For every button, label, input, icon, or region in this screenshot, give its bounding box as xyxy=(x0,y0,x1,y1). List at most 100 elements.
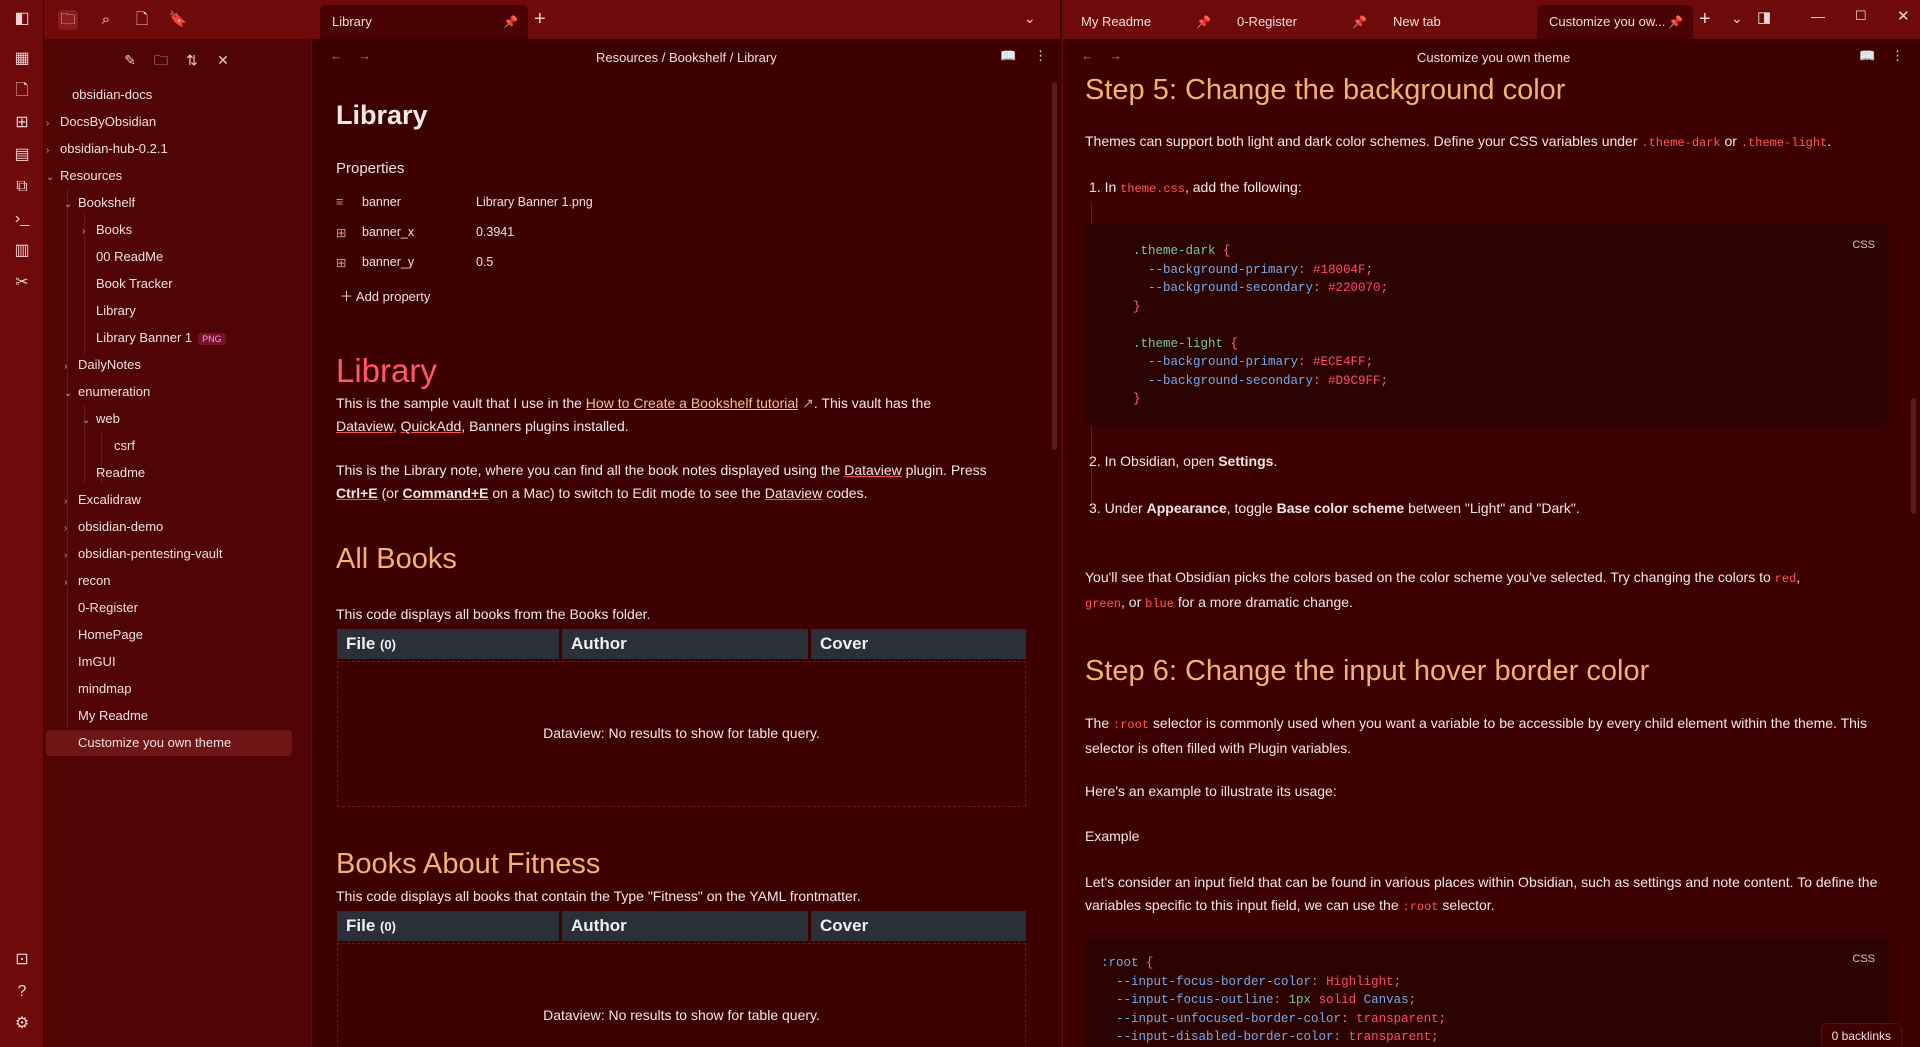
tree-item[interactable]: › obsidian-demo xyxy=(64,514,163,540)
tree-item[interactable]: › obsidian-pentesting-vault xyxy=(64,541,223,567)
property-value[interactable]: Library Banner 1.png xyxy=(476,195,593,209)
col-author[interactable]: Author xyxy=(562,629,808,659)
tree-item[interactable]: Book Tracker xyxy=(82,271,173,297)
col-author-2[interactable]: Author xyxy=(562,911,808,941)
back-arrow-icon[interactable]: ← xyxy=(1081,48,1094,63)
pin-icon[interactable]: 📌 xyxy=(1196,5,1211,39)
tree-item[interactable]: › DailyNotes xyxy=(64,352,141,378)
vault-icon[interactable]: ⊡ xyxy=(13,951,31,969)
tree-item[interactable]: ⌄ Resources xyxy=(46,163,122,189)
tree-item[interactable]: ⌄ enumeration xyxy=(64,379,150,405)
status-bar-backlinks[interactable]: 0 backlinks xyxy=(1820,1023,1902,1047)
minimize-icon[interactable]: — xyxy=(1811,8,1825,24)
add-property-button[interactable]: ＋ Add property xyxy=(340,286,430,305)
col-cover-2[interactable]: Cover xyxy=(811,911,1026,941)
breadcrumb-library[interactable]: Library xyxy=(737,50,777,65)
code-line: --background-secondary: #D9C9FF; xyxy=(1133,373,1389,388)
breadcrumb-bookshelf[interactable]: Bookshelf xyxy=(669,50,726,65)
tree-item[interactable]: › DocsByObsidian xyxy=(46,109,156,135)
col-file[interactable]: File (0) xyxy=(337,629,559,659)
tree-item[interactable]: HomePage xyxy=(64,622,143,648)
colors-paragraph: You'll see that Obsidian picks the color… xyxy=(1085,569,1801,611)
tree-item[interactable]: csrf xyxy=(100,433,135,459)
tree-item[interactable]: › Books xyxy=(82,217,132,243)
property-type-icon: ⊞ xyxy=(336,256,347,270)
calendar-icon[interactable]: ▤ xyxy=(13,146,31,164)
tree-item[interactable]: obsidian-docs xyxy=(58,82,152,108)
right-sidebar-toggle-icon[interactable]: ◨ xyxy=(1757,8,1771,26)
sort-icon[interactable]: ⇅ xyxy=(182,50,202,70)
bookmark-icon[interactable]: 🔖 xyxy=(168,10,188,30)
step5-heading: Step 5: Change the background color xyxy=(1085,74,1566,106)
graph-icon[interactable]: ⊞ xyxy=(13,114,31,132)
file-open-icon[interactable]: 🗋 xyxy=(13,82,31,100)
code-line: --background-primary: #ECE4FF; xyxy=(1133,355,1374,369)
sidebar-toggle-icon[interactable]: ◧ xyxy=(13,10,31,28)
reading-view-icon[interactable]: 📖 xyxy=(1000,48,1016,64)
tree-item[interactable]: › recon xyxy=(64,568,111,594)
forward-arrow-icon[interactable]: → xyxy=(1109,48,1122,63)
back-arrow-icon[interactable]: ← xyxy=(330,48,343,63)
terminal-icon[interactable]: ›_ xyxy=(13,210,31,228)
forward-arrow-icon[interactable]: → xyxy=(358,48,371,63)
pin-icon[interactable]: 📌 xyxy=(503,5,518,39)
reading-view-icon[interactable]: 📖 xyxy=(1859,48,1875,64)
tab-customize-theme[interactable]: Customize you ow... 📌 xyxy=(1537,5,1693,39)
copy-icon[interactable]: ⧉ xyxy=(13,178,31,196)
collapse-all-icon[interactable]: ✕ xyxy=(213,50,233,70)
tree-item[interactable]: My Readme xyxy=(64,703,148,729)
settings-gear-icon[interactable]: ⚙ xyxy=(13,1015,31,1033)
new-tab-icon[interactable]: + xyxy=(1699,8,1711,31)
close-icon[interactable]: ✕ xyxy=(1897,7,1910,25)
tree-item[interactable]: ⌄ Bookshelf xyxy=(64,190,135,216)
tree-item[interactable]: 0-Register xyxy=(64,595,138,621)
new-tab-icon[interactable]: + xyxy=(534,8,546,31)
col-file-2[interactable]: File (0) xyxy=(337,911,559,941)
search-icon[interactable]: ⌕ xyxy=(96,10,116,30)
tab-library[interactable]: Library 📌 xyxy=(320,5,528,39)
tree-item[interactable]: Library Banner 1 PNG xyxy=(82,325,226,351)
property-value[interactable]: 0.5 xyxy=(476,255,493,269)
tab-list-chevron-icon[interactable]: ⌄ xyxy=(1024,10,1036,27)
code-line: :root { xyxy=(1101,956,1154,970)
tab-0-register[interactable]: 0-Register 📌 xyxy=(1225,5,1377,39)
file-icon[interactable]: 🗋 xyxy=(132,10,152,30)
left-ribbon: ◧ ▦ 🗋 ⊞ ▤ ⧉ ›_ ▥ ✂ ⊡ ? ⚙ xyxy=(0,0,44,1047)
col-cover[interactable]: Cover xyxy=(811,629,1026,659)
tab-my-readme[interactable]: My Readme 📌 xyxy=(1069,5,1221,39)
folder-icon[interactable]: 🗀 xyxy=(58,10,78,30)
more-options-icon[interactable]: ⋮ xyxy=(1034,48,1047,64)
pin-icon[interactable]: 📌 xyxy=(1668,5,1683,39)
intro-paragraph: This is the sample vault that I use in t… xyxy=(336,395,932,434)
property-value[interactable]: 0.3941 xyxy=(476,225,514,239)
code-line: --input-unfocused-border-color: transpar… xyxy=(1101,1011,1447,1026)
tree-item[interactable]: Customize you own theme xyxy=(46,730,292,756)
right-tabbar: My Readme 📌 0-Register 📌 New tab Customize… xyxy=(1063,0,1920,39)
breadcrumb-resources[interactable]: Resources xyxy=(596,50,658,65)
tree-item[interactable]: 00 ReadMe xyxy=(82,244,163,270)
tree-item[interactable]: mindmap xyxy=(64,676,131,702)
tree-item[interactable]: ImGUI xyxy=(64,649,116,675)
left-tabbar: Library 📌 + ⌄ xyxy=(312,0,1060,39)
new-note-icon[interactable]: ✎ xyxy=(120,50,140,70)
pin-icon[interactable]: 📌 xyxy=(1352,5,1367,39)
tab-new-tab[interactable]: New tab xyxy=(1381,5,1533,39)
new-folder-icon[interactable]: 🗀 xyxy=(151,50,171,70)
tree-item[interactable]: › obsidian-hub-0.2.1 xyxy=(46,136,168,162)
scrollbar[interactable] xyxy=(1911,398,1916,514)
help-icon[interactable]: ? xyxy=(13,983,31,1001)
table-icon[interactable]: ▦ xyxy=(13,50,31,68)
scrollbar[interactable] xyxy=(1052,82,1057,450)
tree-item[interactable]: ⌄ web xyxy=(82,406,120,432)
tab-list-chevron-icon[interactable]: ⌄ xyxy=(1731,10,1743,27)
maximize-icon[interactable]: ☐ xyxy=(1855,8,1867,24)
code-block-theme: CSS .theme-dark { --background-primary: … xyxy=(1085,224,1889,426)
tree-item[interactable]: Readme xyxy=(82,460,145,486)
tree-item[interactable]: › Excalidraw xyxy=(64,487,141,513)
bookshelf-tutorial-link[interactable]: How to Create a Bookshelf tutorial xyxy=(586,395,798,411)
more-options-icon[interactable]: ⋮ xyxy=(1891,48,1904,64)
tree-item[interactable]: Library xyxy=(82,298,136,324)
layout-icon[interactable]: ▥ xyxy=(13,242,31,260)
tools-icon[interactable]: ✂ xyxy=(13,274,31,292)
